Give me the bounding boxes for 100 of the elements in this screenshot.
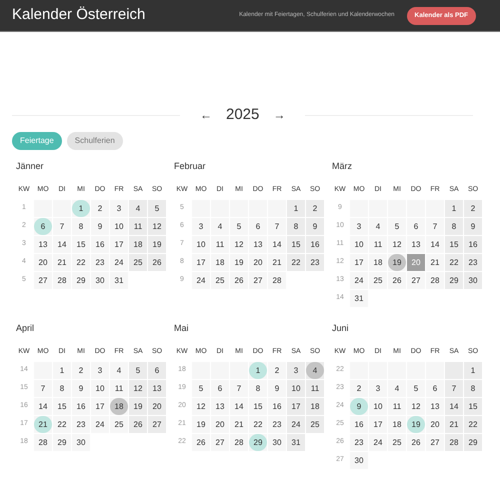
day-cell-text: 17 — [114, 238, 124, 250]
day-cell-text: 19 — [234, 256, 244, 268]
day-cell-text: 26 — [196, 436, 206, 448]
day-cell-text: 21 — [56, 256, 68, 268]
day-cell-text: 27 — [410, 274, 422, 286]
day-cell-text: 20 — [38, 256, 48, 268]
day-cell-text: 29 — [56, 436, 68, 448]
day-cell-text: 14 — [56, 238, 68, 250]
day-cell-text: 26 — [152, 256, 162, 268]
day-cell: 4 — [306, 362, 324, 379]
day-cell-text: 19 — [132, 400, 144, 412]
day-cell-text: 11 — [392, 400, 402, 412]
day-cell-text: 18 — [392, 418, 402, 430]
month-title: April — [16, 322, 36, 335]
day-cell-text: 31 — [114, 274, 124, 286]
day-cell-text: 25 — [132, 256, 144, 268]
day-cell: 29 — [249, 434, 267, 451]
day-cell-text: 3 — [374, 382, 382, 394]
day-cell-text: 26 — [410, 436, 422, 448]
day-cell-text: 9 — [274, 382, 280, 394]
day-cell-text: 18 — [372, 256, 384, 268]
day-cell-text: 9 — [78, 382, 84, 394]
day-cell-text: 21 — [448, 418, 460, 430]
day-cell-text: 27 — [430, 436, 440, 448]
next-year-button[interactable]: → — [273, 106, 286, 124]
day-cell-text: 5 — [412, 382, 420, 394]
day-cell-text: 21 — [234, 418, 244, 430]
day-cell: 20 — [407, 254, 425, 271]
previous-year-button[interactable]: ← — [200, 106, 212, 124]
day-cell-text: 18 — [214, 256, 226, 268]
day-cell-text: 8 — [292, 220, 300, 232]
day-cell-text: 5 — [394, 220, 400, 232]
day-cell-text: 29 — [76, 274, 86, 286]
day-cell-text: 22 — [252, 418, 264, 430]
month-title: Juni — [332, 322, 350, 334]
day-cell-text: 4 — [374, 220, 382, 232]
day-cell-text: 13 — [214, 400, 226, 412]
day-cell-text: 4 — [216, 220, 224, 232]
month-title: Februar — [174, 160, 207, 172]
day-cell-text: 16 — [272, 400, 282, 412]
day-cell-text: 10 — [196, 238, 206, 250]
day-cell-text: 30 — [76, 436, 86, 448]
day-cell-text: 22 — [448, 256, 460, 268]
day-cell-text: 30 — [94, 274, 106, 286]
day-cell-text: 11 — [114, 382, 124, 394]
year-label: 2025 — [226, 105, 260, 125]
day-cell-text: 28 — [448, 436, 460, 448]
day-cell-text: 25 — [372, 274, 384, 286]
day-cell-text: 8 — [470, 382, 476, 394]
day-cell-text: 14 — [38, 400, 48, 412]
day-cell-text: 15 — [448, 238, 460, 250]
day-cell-text: 4 — [134, 202, 142, 214]
day-cell-text: 8 — [78, 220, 84, 232]
day-cell-text: 23 — [94, 256, 106, 268]
day-cell: 6 — [34, 218, 52, 235]
day-cell-text: 7 — [58, 220, 66, 232]
day-cell-text: 16 — [76, 400, 86, 412]
day-cell-text: 9 — [96, 220, 104, 232]
month-title: März — [332, 160, 353, 172]
day-cell-text: 12 — [234, 238, 244, 250]
day-cell-text: 30 — [354, 454, 364, 466]
day-cell-text: 25 — [214, 274, 226, 286]
day-cell-text: 31 — [354, 292, 364, 304]
day-cell-text: 16 — [310, 238, 320, 250]
day-cell: 9 — [350, 398, 368, 415]
day-cell-text: 11 — [310, 382, 320, 394]
day-cell-text: 7 — [40, 382, 46, 394]
day-cell-text: 15 — [76, 238, 86, 250]
day-cell-text: 2 — [96, 202, 104, 214]
day-cell-text: 15 — [56, 400, 68, 412]
day-cell: 21 — [34, 416, 52, 433]
day-cell-text: 12 — [410, 400, 422, 412]
day-cell-text: 12 — [392, 238, 402, 250]
day-cell-text: 25 — [392, 436, 402, 448]
site-title: Kalender Österreich — [12, 5, 146, 26]
day-cell-text: 27 — [38, 274, 48, 286]
day-cell-text: 30 — [468, 274, 478, 286]
day-cell-text: 17 — [372, 418, 384, 430]
day-cell-text: 23 — [272, 418, 282, 430]
filter-toggle[interactable]: Feiertage — [12, 132, 62, 150]
day-cell-text: 28 — [430, 274, 440, 286]
day-cell-text: 24 — [290, 418, 302, 430]
day-cell-text: 23 — [76, 418, 86, 430]
day-cell-text: 21 — [272, 256, 282, 268]
day-cell-text: 26 — [392, 274, 402, 286]
day-cell-text: 28 — [56, 274, 68, 286]
day-cell-text: 13 — [152, 382, 162, 394]
day-cell-text: 6 — [254, 220, 262, 232]
day-cell-text: 28 — [38, 436, 48, 448]
day-cell: 18 — [110, 398, 128, 415]
day-cell-text: 15 — [468, 400, 478, 412]
day-cell-text: 31 — [290, 436, 302, 448]
day-cell-text: 1 — [450, 202, 458, 214]
day-cell-text: 16 — [468, 238, 478, 250]
day-cell-text: 7 — [274, 220, 280, 232]
day-cell-text: 6 — [412, 220, 420, 232]
filter-toggle[interactable]: Schulferien — [66, 132, 123, 150]
day-cell-text: 6 — [154, 364, 160, 376]
day-cell-text: 9 — [312, 220, 318, 232]
day-cell-text: 14 — [234, 400, 244, 412]
